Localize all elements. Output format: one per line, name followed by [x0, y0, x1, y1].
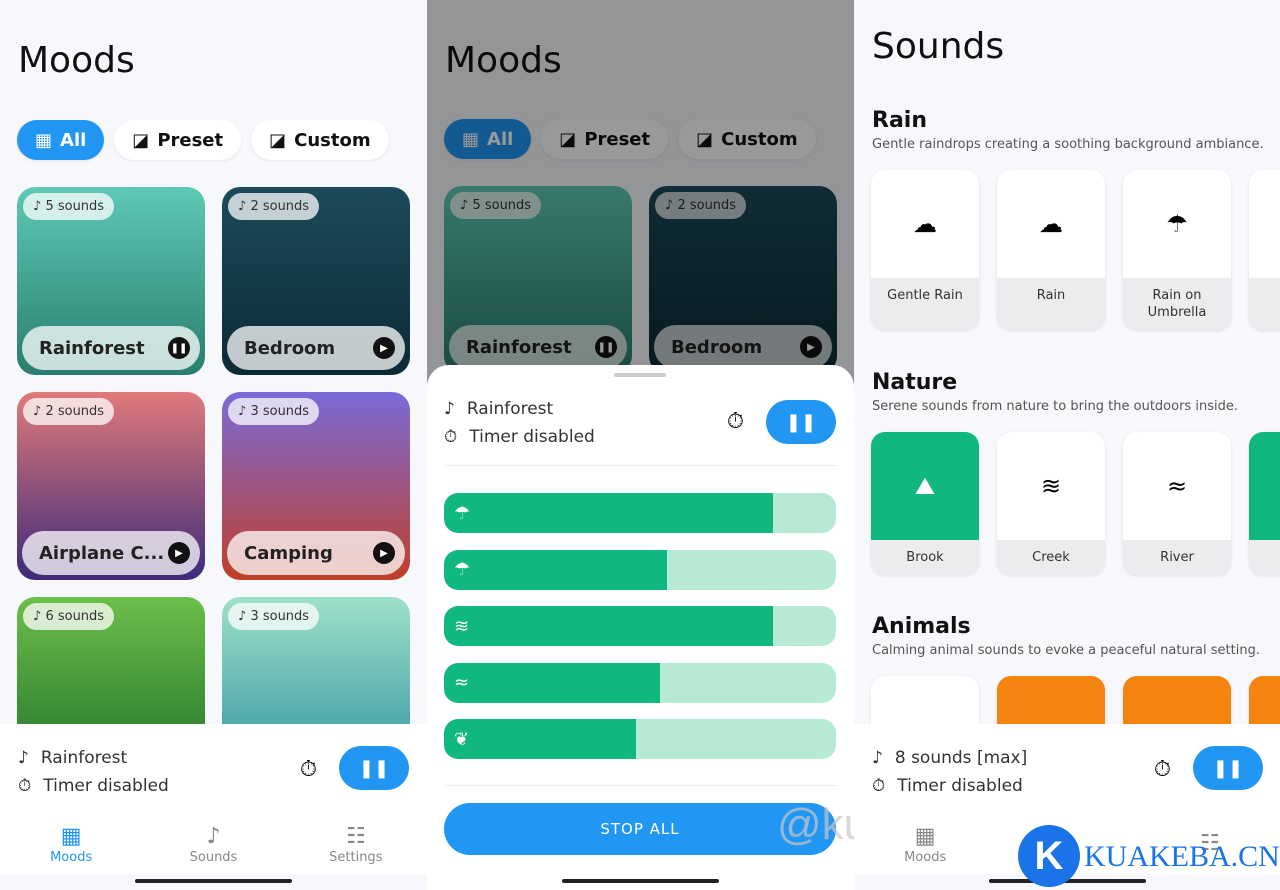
- umbrella-icon: ☂: [1166, 210, 1188, 238]
- sound-count-badge: ♪ 3 sounds: [228, 398, 320, 425]
- mood-card[interactable]: ♪ 2 sounds Bedroom ▶: [222, 187, 410, 375]
- sound-tile[interactable]: Rai: [1249, 170, 1280, 330]
- timer-button[interactable]: ⏱: [300, 757, 317, 782]
- mini-player[interactable]: ♪ Rainforest ⏱ Timer disabled ⏱ ❚❚: [0, 724, 427, 814]
- sound-tile[interactable]: ☂ Rain on Umbrella: [1123, 170, 1231, 330]
- sounds-screen: Sounds Rain Gentle raindrops creating a s…: [854, 0, 1280, 890]
- volume-fill: ☂: [444, 493, 774, 533]
- page-title: Moods: [18, 40, 135, 81]
- nav-moods[interactable]: ▦ Moods: [21, 824, 121, 865]
- sound-tiles: ☁Gentle Rain☁Rain☂Rain on Umbrella Rai: [871, 170, 1280, 330]
- music-note-icon: ♪: [444, 399, 455, 419]
- bottom-nav: ▦ Moods ♪ Sounds ☷ Settings: [0, 814, 427, 874]
- sound-tile[interactable]: Wir: [1249, 432, 1280, 575]
- music-note-icon: ♪: [872, 748, 883, 768]
- river-icon: ≈: [1166, 472, 1188, 500]
- sound-tile[interactable]: ≈ River: [1123, 432, 1231, 575]
- river-icon: ≈: [454, 672, 470, 693]
- timer-button[interactable]: ⏱: [1154, 757, 1171, 782]
- mood-grid: ♪ 5 sounds Rainforest ❚❚ ♪ 2 sounds Bedroom ▶…: [17, 187, 410, 785]
- nav-sounds[interactable]: ♪ Sounds: [163, 824, 263, 865]
- rain-icon: ☂: [454, 559, 471, 580]
- sound-section-header: Nature Serene sounds from nature to bring…: [872, 370, 1238, 414]
- sliders-icon: ☷: [345, 823, 366, 849]
- play-icon[interactable]: ▶: [168, 542, 190, 564]
- moods-screen-with-sheet: Moods ▦ All ◪ Preset ◪ Custom ♪ 5 sounds Rai…: [427, 0, 854, 890]
- sound-count-badge: ♪ 3 sounds: [228, 603, 320, 630]
- pause-icon[interactable]: ❚❚: [168, 337, 190, 359]
- mood-card-bar: Bedroom ▶: [227, 326, 405, 370]
- volume-fill: ≈: [444, 662, 660, 703]
- volume-slider[interactable]: ☂: [444, 549, 836, 590]
- filter-custom[interactable]: ◪ Custom: [251, 120, 389, 160]
- volume-fill: ☂: [444, 549, 668, 590]
- drag-handle[interactable]: [614, 373, 666, 377]
- sound-tile[interactable]: ≋ Creek: [997, 432, 1105, 575]
- custom-icon: ◪: [269, 129, 287, 151]
- volume-slider[interactable]: ❦: [444, 719, 836, 759]
- moods-screen: Moods ▦ All ◪ Preset ◪ Custom ♪ 5 sounds Rai…: [0, 0, 427, 890]
- cloud-rain-icon: ☁: [1039, 210, 1063, 238]
- watermark-logo: K: [1018, 825, 1080, 887]
- pause-button[interactable]: ❚❚: [339, 746, 409, 790]
- music-note-icon: ♪: [206, 823, 221, 849]
- mini-player[interactable]: ♪ 8 sounds [max] ⏱ Timer disabled ⏱ ❚❚: [854, 724, 1280, 814]
- cloud-rain-icon: ☁: [913, 210, 937, 238]
- mood-card[interactable]: ♪ 3 sounds Camping▶: [222, 392, 410, 580]
- sound-tiles: ⛰Brook≋Creek≈River Wir: [871, 432, 1280, 575]
- brook-icon: ⛰: [914, 472, 936, 500]
- rain-icon: ☂: [454, 502, 471, 524]
- pause-button[interactable]: ❚❚: [766, 400, 836, 444]
- volume-fill: ❦: [444, 719, 637, 759]
- grid-icon: ▦: [35, 129, 53, 151]
- grid-icon: ▦: [60, 823, 82, 849]
- waves-icon: ≋: [1040, 472, 1062, 500]
- sound-tile[interactable]: ⛰ Brook: [871, 432, 979, 575]
- watermark-text: @kuakeba.com: [777, 800, 854, 849]
- play-icon[interactable]: ▶: [373, 542, 395, 564]
- home-indicator: [562, 879, 719, 883]
- sound-count-badge: ♪ 5 sounds: [23, 193, 115, 220]
- timer-button[interactable]: ⏱: [727, 409, 744, 434]
- volume-slider[interactable]: ≈: [444, 662, 836, 703]
- music-note-icon: ♪: [18, 748, 29, 768]
- mood-card-bar: Airplane C...▶: [22, 531, 200, 575]
- sound-tile[interactable]: ☁ Gentle Rain: [871, 170, 979, 330]
- sound-count-badge: ♪ 2 sounds: [228, 193, 320, 220]
- bird-icon: ❦: [454, 728, 470, 750]
- page-title: Sounds: [872, 26, 1005, 67]
- filter-preset[interactable]: ◪ Preset: [114, 120, 242, 160]
- now-playing: Rainforest: [40, 748, 128, 768]
- volume-slider[interactable]: ≋: [444, 606, 836, 646]
- volume-slider[interactable]: ☂: [444, 493, 836, 533]
- pause-button[interactable]: ❚❚: [1193, 746, 1263, 790]
- sound-count-badge: ♪ 2 sounds: [23, 398, 115, 425]
- nav-settings[interactable]: ☷ Settings: [306, 824, 406, 865]
- preset-icon: ◪: [132, 129, 150, 151]
- timer-icon: ⏱: [872, 776, 886, 796]
- nav-moods[interactable]: ▦ Moods: [875, 824, 975, 865]
- timer-status: Timer disabled: [43, 776, 169, 796]
- watermark-text: KUAKEBA.CN: [1084, 840, 1280, 873]
- volume-fill: ≋: [444, 606, 774, 646]
- grid-icon: ▦: [914, 823, 936, 849]
- filter-all[interactable]: ▦ All: [17, 120, 105, 160]
- sound-count-badge: ♪ 6 sounds: [23, 603, 115, 630]
- sound-section-header: Rain Gentle raindrops creating a soothing…: [872, 108, 1264, 152]
- wind-icon: ≋: [454, 615, 470, 637]
- sound-section-header: Animals Calming animal sounds to evoke a …: [872, 614, 1260, 658]
- timer-icon: ⏱: [444, 427, 458, 447]
- mood-card-bar: Rainforest ❚❚: [22, 326, 200, 370]
- home-indicator: [135, 879, 292, 883]
- sound-tile[interactable]: ☁ Rain: [997, 170, 1105, 330]
- filter-chips: ▦ All ◪ Preset ◪ Custom: [17, 120, 389, 160]
- mood-card-bar: Camping▶: [227, 531, 405, 575]
- play-icon[interactable]: ▶: [373, 337, 395, 359]
- timer-icon: ⏱: [18, 776, 32, 796]
- mood-card[interactable]: ♪ 5 sounds Rainforest ❚❚: [17, 187, 205, 375]
- mood-card[interactable]: ♪ 2 sounds Airplane C...▶: [17, 392, 205, 580]
